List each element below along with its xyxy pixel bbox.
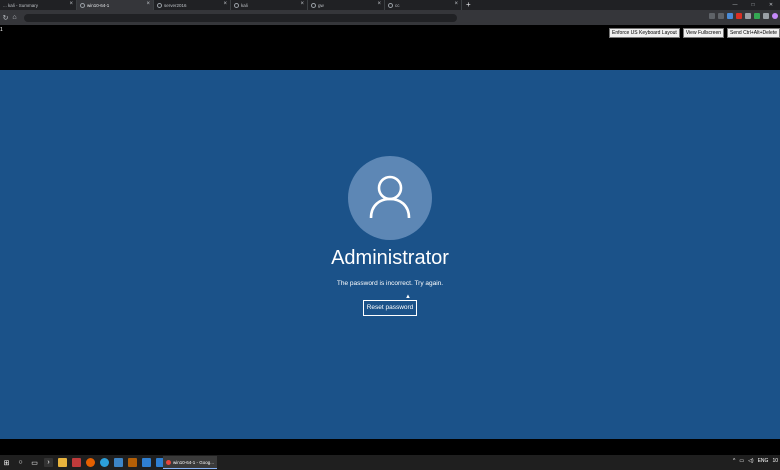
user-icon <box>369 175 411 219</box>
tab-label: cc <box>395 2 400 8</box>
tab-favicon-icon <box>234 2 239 8</box>
browser-tab[interactable]: ... kali - Summary × <box>0 0 77 10</box>
edge-icon[interactable] <box>100 458 109 467</box>
view-fullscreen-button[interactable]: View Fullscreen <box>682 28 725 38</box>
tab-favicon-icon <box>388 2 393 8</box>
close-tab-icon[interactable]: × <box>223 1 227 7</box>
console-label: 1 <box>0 27 3 33</box>
clock[interactable]: 10 <box>772 458 778 464</box>
extensions-area <box>709 13 778 19</box>
browser-tab[interactable]: kali × <box>231 0 308 10</box>
tab-favicon-icon <box>80 2 85 8</box>
tab-favicon-icon <box>311 2 316 8</box>
tab-label: kali <box>241 2 248 8</box>
user-avatar <box>348 156 432 240</box>
tab-label: ... kali - Summary <box>3 2 39 8</box>
address-bar[interactable] <box>24 13 457 22</box>
start-icon[interactable]: ⊞ <box>2 458 11 467</box>
language-indicator[interactable]: ENG <box>758 458 769 464</box>
tab-label: gw <box>318 2 324 8</box>
firefox-icon[interactable] <box>86 458 95 467</box>
enforce-us-keyboard-button[interactable]: Enforce US Keyboard Layout <box>609 28 680 38</box>
taskbar-chrome-window[interactable]: win10-64-1 - Goog... <box>163 456 217 469</box>
home-icon[interactable]: ⌂ <box>11 14 18 21</box>
console-bottom-padding <box>0 439 780 455</box>
app-icon[interactable] <box>114 458 123 467</box>
mouse-cursor-icon: ▲ <box>405 294 411 300</box>
reload-icon[interactable]: ↻ <box>2 14 9 22</box>
extension-icon[interactable] <box>727 13 733 19</box>
task-view-icon[interactable]: ▭ <box>30 458 39 467</box>
reset-password-button[interactable]: Reset password <box>363 300 417 316</box>
profile-icon[interactable] <box>772 13 778 19</box>
extension-icon[interactable] <box>763 13 769 19</box>
extension-icon[interactable] <box>745 13 751 19</box>
mail-icon[interactable] <box>142 458 151 467</box>
browser-tab[interactable]: server2016 × <box>154 0 231 10</box>
console-buttons: Enforce US Keyboard Layout View Fullscre… <box>609 28 780 38</box>
error-message: The password is incorrect. Try again. <box>336 280 444 287</box>
tab-label: server2016 <box>164 2 187 8</box>
chrome-icon <box>166 459 171 465</box>
share-icon[interactable] <box>709 13 715 19</box>
search-icon[interactable]: ○ <box>16 458 25 467</box>
windows-taskbar: ⊞ ○ ▭ › win10-64-1 - Goog... ^ ▭ ◁) ENG … <box>0 455 780 470</box>
tab-favicon-icon <box>157 2 162 8</box>
close-window-button[interactable]: ✕ <box>762 0 780 10</box>
volume-icon[interactable]: ◁) <box>748 458 754 464</box>
network-icon[interactable]: ▭ <box>739 458 744 464</box>
close-tab-icon[interactable]: × <box>300 1 304 7</box>
windows-lock-screen: Administrator The password is incorrect.… <box>0 70 780 439</box>
close-tab-icon[interactable]: × <box>454 1 458 7</box>
taskbar-app-label: win10-64-1 - Goog... <box>173 459 215 465</box>
browser-tab-strip: ... kali - Summary × win10-64-1 × server… <box>0 0 780 10</box>
username-label: Administrator <box>331 247 449 269</box>
window-controls: — □ ✕ <box>726 0 780 10</box>
app-icon[interactable] <box>72 458 81 467</box>
terminal-icon[interactable]: › <box>44 458 53 467</box>
bookmark-star-icon[interactable] <box>718 13 724 19</box>
minimize-button[interactable]: — <box>726 0 744 10</box>
taskbar-pinned-icons: ⊞ ○ ▭ › <box>2 458 165 467</box>
new-tab-button[interactable]: + <box>466 0 471 10</box>
extension-icon[interactable] <box>754 13 760 19</box>
system-tray: ^ ▭ ◁) ENG 10 <box>733 458 778 464</box>
send-ctrl-alt-del-button[interactable]: Send Ctrl+Alt+Delete <box>727 28 780 38</box>
browser-tab[interactable]: cc × <box>385 0 462 10</box>
remote-console-header: 1 Enforce US Keyboard Layout View Fullsc… <box>0 25 780 70</box>
browser-tab[interactable]: gw × <box>308 0 385 10</box>
close-tab-icon[interactable]: × <box>377 1 381 7</box>
extension-icon[interactable] <box>736 13 742 19</box>
file-explorer-icon[interactable] <box>58 458 67 467</box>
close-tab-icon[interactable]: × <box>146 1 150 7</box>
tab-label: win10-64-1 <box>87 2 110 8</box>
browser-tab-active[interactable]: win10-64-1 × <box>77 0 154 10</box>
browser-toolbar: ↻ ⌂ <box>0 10 780 25</box>
tray-chevron-icon[interactable]: ^ <box>733 458 735 464</box>
app-icon[interactable] <box>128 458 137 467</box>
close-tab-icon[interactable]: × <box>69 1 73 7</box>
maximize-button[interactable]: □ <box>744 0 762 10</box>
